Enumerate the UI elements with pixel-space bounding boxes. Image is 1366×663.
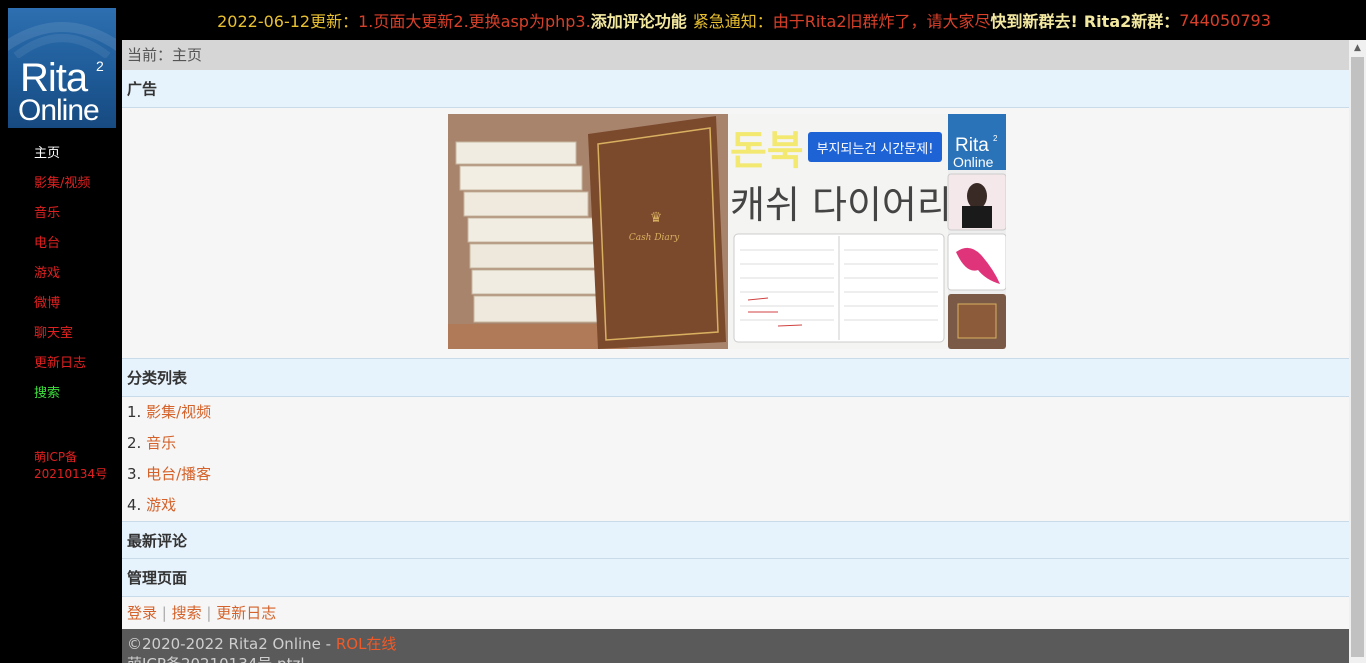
category-item: 3. 电台/播客 (122, 459, 1349, 490)
footer-copyright-line: ©2020-2022 Rita2 Online - ROL在线 (127, 634, 1349, 654)
category-link-music[interactable]: 音乐 (146, 434, 176, 452)
sidebar-link-chatroom[interactable]: 聊天室 (34, 326, 73, 341)
sidebar-link-music[interactable]: 音乐 (34, 206, 60, 221)
category-item: 2. 音乐 (122, 428, 1349, 459)
ad-badge: 부지되는건 시간문제! (817, 142, 934, 157)
ad-section-header: 广告 (122, 70, 1349, 108)
svg-text:Cash Diary: Cash Diary (629, 233, 680, 243)
category-link-games[interactable]: 游戏 (146, 496, 176, 514)
admin-separator: | (157, 604, 172, 622)
footer-icp[interactable]: 萌ICP备20210134号 ptzl (127, 654, 1349, 663)
sidebar-link-radio[interactable]: 电台 (34, 236, 60, 251)
footer-accent-link[interactable]: ROL在线 (336, 635, 397, 653)
banner-group-label: Rita2新群： (1083, 12, 1180, 31)
category-item: 4. 游戏 (122, 490, 1349, 521)
category-number: 1. (127, 403, 147, 421)
sidebar-item-albums[interactable]: 影集/视频 (34, 174, 90, 204)
sidebar-icp-link[interactable]: 萌ICP备 20210134号 (34, 449, 120, 483)
ad-thumbnails: Rita 2 Online (947, 114, 1006, 349)
main-content: 当前：主页 广告 ♛ Cash Diary 돈북 부지되는건 시간문제! 캐쉬 … (122, 40, 1349, 663)
search-link[interactable]: 搜索 (172, 604, 202, 622)
sidebar-link-games[interactable]: 游戏 (34, 266, 60, 281)
site-logo[interactable]: Rita 2 Online (8, 8, 116, 128)
sidebar-item-search[interactable]: 搜索 (34, 384, 90, 414)
category-list: 1. 影集/视频 2. 音乐 3. 电台/播客 4. 游戏 (122, 397, 1349, 521)
footer: ©2020-2022 Rita2 Online - ROL在线 萌ICP备202… (122, 629, 1349, 663)
sidebar-link-changelog[interactable]: 更新日志 (34, 356, 86, 371)
categories-section-header: 分类列表 (122, 358, 1349, 397)
login-link[interactable]: 登录 (127, 604, 157, 622)
latest-comments-header: 最新评论 (122, 521, 1349, 559)
banner-comment-feature: 添加评论功能 (590, 12, 687, 31)
category-item: 1. 影集/视频 (122, 397, 1349, 428)
sidebar-link-weibo[interactable]: 微博 (34, 296, 60, 311)
sidebar-nav: 主页 影集/视频 音乐 电台 游戏 微博 聊天室 更新日志 搜索 (34, 144, 90, 414)
diary-cover: ♛ Cash Diary (588, 116, 726, 349)
changelog-link[interactable]: 更新日志 (216, 604, 276, 622)
ad-thumb-logo-line2: Online (953, 154, 994, 170)
diary-pages-graphic (733, 233, 945, 343)
category-number: 2. (127, 434, 147, 452)
logo-superscript: 2 (96, 58, 104, 74)
sidebar-icp-line1[interactable]: 萌ICP备 (34, 449, 120, 466)
sidebar-item-radio[interactable]: 电台 (34, 234, 90, 264)
banner-urgent-text: 由于Rita2旧群炸了，请大家尽 (772, 12, 991, 31)
ad-thumb-logo-sup: 2 (993, 134, 998, 143)
scrollbar-thumb[interactable] (1351, 57, 1364, 657)
logo-text-rita: Rita (20, 56, 88, 100)
announcement-banner: 2022-06-12更新： 1.页面大更新2.更换asp为php3. 添加评论功… (122, 0, 1366, 40)
sidebar-item-chatroom[interactable]: 聊天室 (34, 324, 90, 354)
sidebar-link-search[interactable]: 搜索 (34, 386, 60, 401)
admin-separator: | (201, 604, 217, 622)
category-number: 4. (127, 496, 147, 514)
category-link-radio[interactable]: 电台/播客 (146, 465, 211, 483)
banner-urgent-emph: 快到新群去! (990, 12, 1078, 31)
sidebar: Rita 2 Online 主页 影集/视频 音乐 电台 游戏 微博 聊天室 更… (0, 0, 122, 663)
scroll-up-arrow-icon[interactable]: ▲ (1349, 40, 1366, 57)
svg-text:♛: ♛ (650, 210, 663, 226)
ad-title-large: 캐쉬 다이어리 (730, 183, 952, 227)
footer-copyright: ©2020-2022 Rita2 Online - (127, 635, 336, 653)
logo-text-online: Online (18, 94, 100, 127)
ad-thumb-logo-line1: Rita (955, 135, 989, 156)
sidebar-item-music[interactable]: 音乐 (34, 204, 90, 234)
ad-banner[interactable]: ♛ Cash Diary 돈북 부지되는건 시간문제! 캐쉬 다이어리 Rita… (448, 114, 1006, 349)
ad-banner-image: ♛ Cash Diary 돈북 부지되는건 시간문제! 캐쉬 다이어리 Rita… (448, 114, 1006, 349)
category-number: 3. (127, 465, 147, 483)
sidebar-link-home[interactable]: 主页 (34, 146, 60, 161)
banner-update-items: 1.页面大更新2.更换asp为php3. (358, 12, 591, 31)
banner-date: 2022-06-12更新： (217, 12, 359, 31)
category-link-albums[interactable]: 影集/视频 (146, 403, 211, 421)
ad-area: ♛ Cash Diary 돈북 부지되는건 시간문제! 캐쉬 다이어리 Rita… (122, 108, 1349, 358)
vertical-scrollbar[interactable]: ▲ (1349, 40, 1366, 663)
sidebar-item-weibo[interactable]: 微博 (34, 294, 90, 324)
breadcrumb: 当前：主页 (122, 40, 1349, 70)
sidebar-item-games[interactable]: 游戏 (34, 264, 90, 294)
admin-links: 登录 | 搜索 | 更新日志 (122, 597, 1349, 629)
sidebar-item-home[interactable]: 主页 (34, 144, 90, 174)
admin-section-header: 管理页面 (122, 559, 1349, 597)
ad-title-small: 돈북 (730, 128, 804, 174)
sidebar-icp-line2[interactable]: 20210134号 (34, 466, 120, 483)
logo-arcs-graphic (8, 22, 116, 58)
banner-group-number: 744050793 (1179, 10, 1271, 30)
sidebar-item-changelog[interactable]: 更新日志 (34, 354, 90, 384)
banner-urgent-label: 紧急通知： (692, 12, 773, 31)
sidebar-link-albums[interactable]: 影集/视频 (34, 176, 90, 191)
